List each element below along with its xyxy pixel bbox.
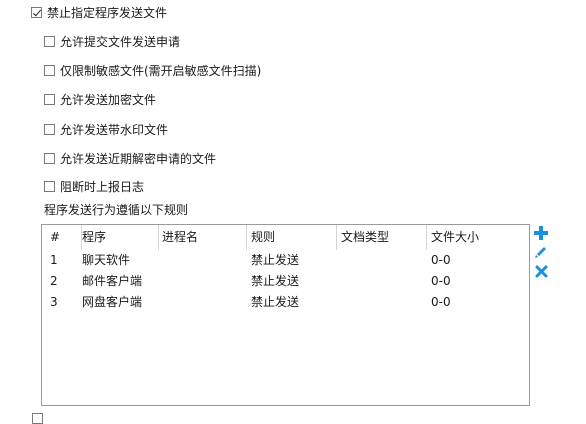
cell-doctype [338,250,427,271]
rules-table[interactable]: # 程序 进程名 规则 文档类型 文件大小 1 聊天软件 禁止发送 0-0 2 … [41,224,530,406]
table-row[interactable]: 2 邮件客户端 禁止发送 0-0 [42,271,529,292]
cell-doctype [338,271,427,292]
cell-rule: 禁止发送 [251,295,300,309]
column-header-index[interactable]: # [47,225,82,250]
option-allow-encrypted[interactable]: 允许发送加密文件 [44,89,156,109]
cell-process [159,250,247,271]
cell-filesize: 0-0 [431,274,451,288]
cell-program: 网盘客户端 [82,295,143,309]
option-label: 允许发送加密文件 [60,92,157,107]
option-label: 允许发送近期解密申请的文件 [60,151,217,166]
cell-rule: 禁止发送 [251,253,300,267]
option-allow-submit-request[interactable]: 允许提交文件发送申请 [44,31,180,51]
edit-button[interactable] [531,243,551,261]
option-label: 仅限制敏感文件(需开启敏感文件扫描) [60,63,262,78]
edit-icon [535,247,546,258]
cell-program: 邮件客户端 [82,274,143,288]
cell-doctype [338,292,427,313]
add-button[interactable] [531,224,551,242]
table-header: # 程序 进程名 规则 文档类型 文件大小 [42,225,529,250]
option-label: 允许发送带水印文件 [60,122,169,137]
checkbox-checked[interactable] [31,6,42,18]
cell-index: 2 [50,274,58,288]
cell-filesize: 0-0 [431,253,451,267]
column-header-rule[interactable]: 规则 [248,225,337,250]
column-header-program[interactable]: 程序 [79,225,159,250]
checkbox[interactable] [32,413,43,424]
rules-label: 程序发送行为遵循以下规则 [44,203,189,217]
cell-index: 1 [50,253,58,267]
option-report-log[interactable]: 阻断时上报日志 [44,176,144,196]
option-label: 允许提交文件发送申请 [60,34,181,49]
table-body: 1 聊天软件 禁止发送 0-0 2 邮件客户端 禁止发送 0-0 3 网盘客户端… [42,250,529,313]
checkbox[interactable] [44,93,55,105]
checkbox[interactable] [44,64,55,76]
checkbox[interactable] [44,35,55,47]
option-sensitive-only[interactable]: 仅限制敏感文件(需开启敏感文件扫描) [44,60,261,80]
column-header-filesize[interactable]: 文件大小 [428,225,524,250]
option-allow-watermark[interactable]: 允许发送带水印文件 [44,119,168,139]
option-block-program-send[interactable]: 禁止指定程序发送文件 [31,2,167,22]
table-row[interactable]: 1 聊天软件 禁止发送 0-0 [42,250,529,271]
option-allow-recent-decrypt[interactable]: 允许发送近期解密申请的文件 [44,148,216,168]
checkbox[interactable] [44,180,55,192]
option-label: 阻断时上报日志 [60,179,145,194]
delete-icon [535,265,547,277]
option-label: 禁止指定程序发送文件 [47,5,168,20]
delete-button[interactable] [531,262,551,280]
column-header-process[interactable]: 进程名 [159,225,247,250]
checkbox[interactable] [44,123,55,135]
checkbox[interactable] [44,152,55,164]
column-header-doctype[interactable]: 文档类型 [338,225,427,250]
cell-filesize: 0-0 [431,295,451,309]
cell-process [159,271,247,292]
cell-program: 聊天软件 [82,253,131,267]
cell-rule: 禁止发送 [251,274,300,288]
add-icon [534,226,548,240]
cell-index: 3 [50,295,58,309]
table-row[interactable]: 3 网盘客户端 禁止发送 0-0 [42,292,529,313]
cell-process [159,292,247,313]
